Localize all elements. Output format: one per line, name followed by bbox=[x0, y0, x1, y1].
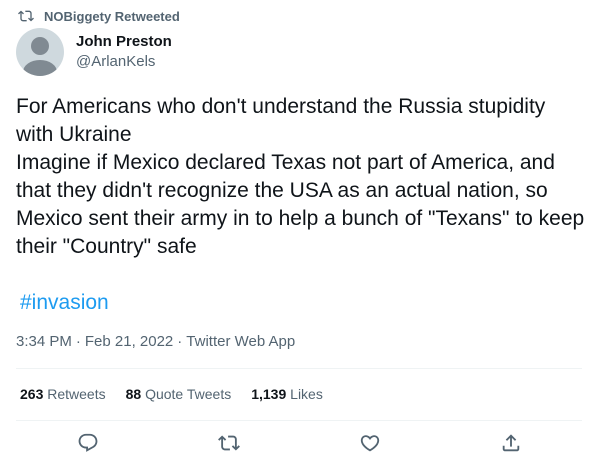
tweet-header: John Preston @ArlanKels bbox=[16, 28, 172, 76]
author-handle[interactable]: @ArlanKels bbox=[76, 53, 172, 71]
tweet-stats: 263 Retweets 88 Quote Tweets 1,139 Likes bbox=[20, 386, 323, 402]
likes-label: Likes bbox=[290, 386, 323, 402]
retweet-icon[interactable] bbox=[218, 432, 240, 454]
tweet-source[interactable]: Twitter Web App bbox=[186, 333, 295, 350]
retweets-stat[interactable]: 263 Retweets bbox=[20, 386, 106, 402]
quotes-count: 88 bbox=[125, 386, 142, 402]
tweet-time[interactable]: 3:34 PM bbox=[16, 333, 72, 350]
retweets-label: Retweets bbox=[47, 386, 106, 402]
quotes-stat[interactable]: 88 Quote Tweets bbox=[126, 386, 232, 402]
action-bar bbox=[0, 432, 598, 460]
like-icon[interactable] bbox=[359, 432, 381, 454]
tweet-text: For Americans who don't understand the R… bbox=[16, 95, 585, 258]
reply-icon[interactable] bbox=[77, 432, 99, 454]
likes-count: 1,139 bbox=[251, 386, 287, 402]
author-display-name[interactable]: John Preston bbox=[76, 33, 172, 51]
meta-separator: · bbox=[177, 333, 183, 350]
avatar[interactable] bbox=[16, 28, 64, 76]
tweet-date[interactable]: Feb 21, 2022 bbox=[85, 333, 173, 350]
divider bbox=[16, 368, 582, 369]
retweet-banner[interactable]: NOBiggety Retweeted bbox=[18, 8, 180, 24]
tweet-meta: 3:34 PM · Feb 21, 2022 · Twitter Web App bbox=[16, 333, 295, 350]
divider bbox=[16, 420, 582, 421]
quotes-label: Quote Tweets bbox=[145, 386, 232, 402]
retweet-icon bbox=[18, 8, 34, 24]
share-icon[interactable] bbox=[500, 432, 522, 454]
hashtag-link[interactable]: #invasion bbox=[20, 289, 109, 317]
retweets-count: 263 bbox=[20, 386, 44, 402]
meta-separator: · bbox=[75, 333, 81, 350]
likes-stat[interactable]: 1,139 Likes bbox=[251, 386, 323, 402]
author-names: John Preston @ArlanKels bbox=[76, 33, 172, 71]
retweet-banner-label: NOBiggety Retweeted bbox=[44, 8, 180, 24]
